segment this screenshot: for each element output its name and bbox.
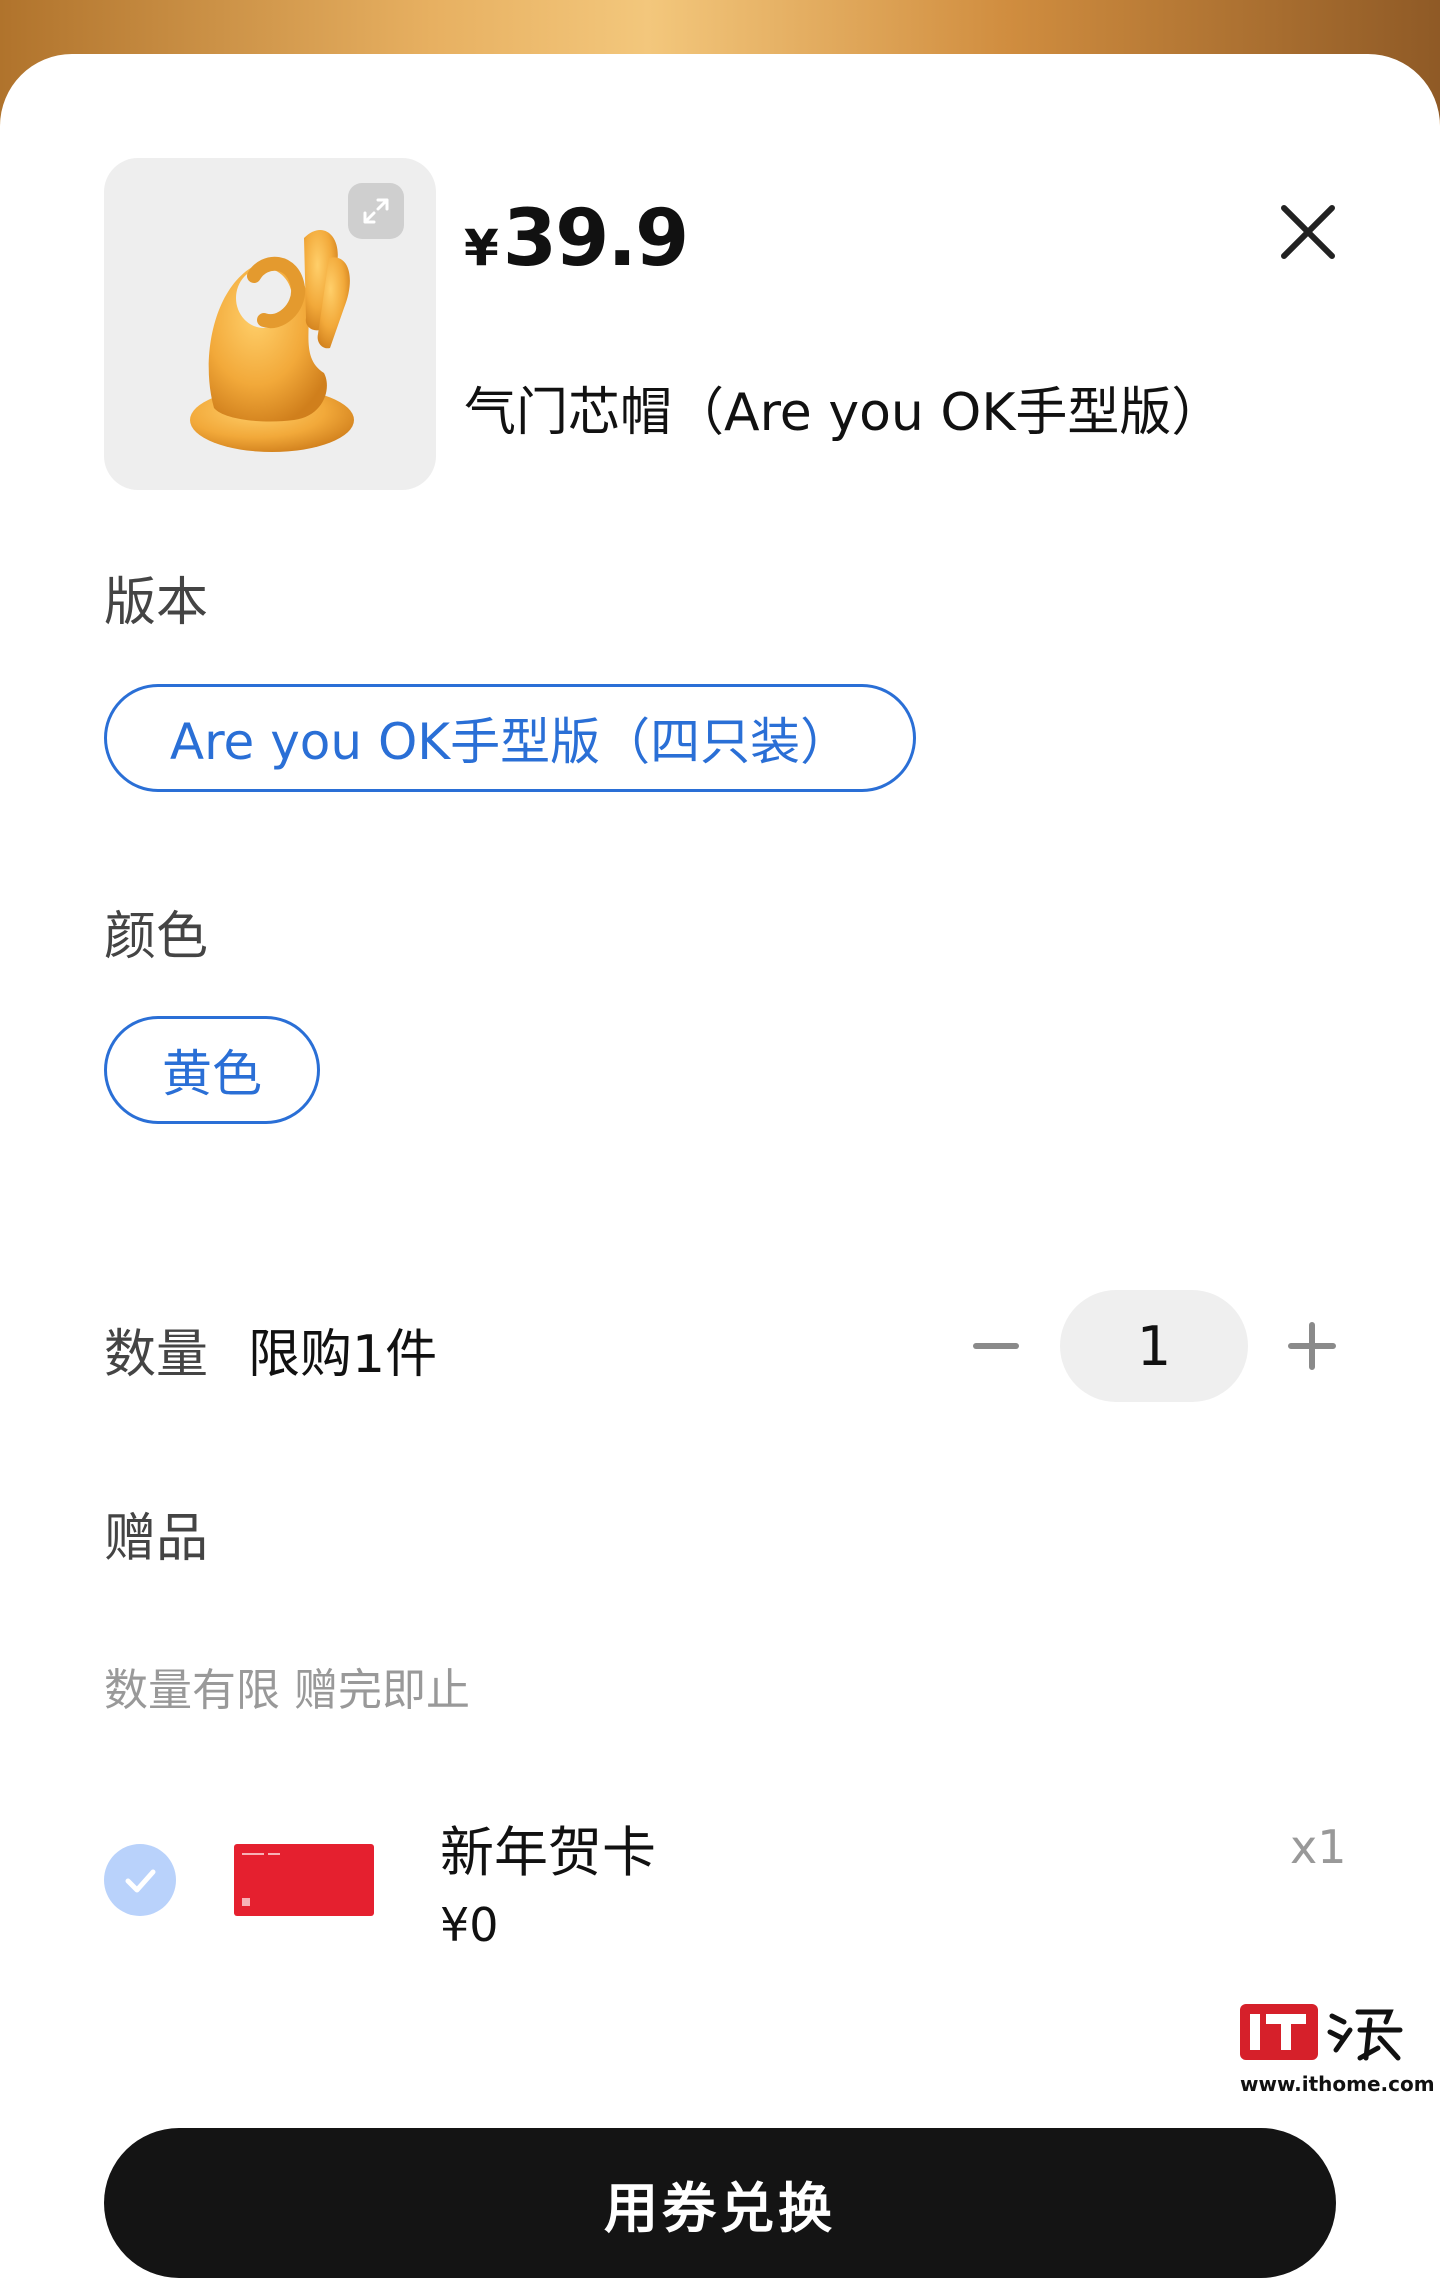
greeting-card-image [234,1844,374,1916]
color-label: 颜色 [104,907,209,967]
close-button[interactable] [1270,194,1346,270]
expand-icon [363,198,389,224]
redeem-with-coupon-button[interactable]: 用券兑换 [104,2128,1336,2278]
quantity-value[interactable]: 1 [1060,1290,1248,1402]
gift-item-price: ¥0 [440,1898,499,1952]
product-thumbnail[interactable] [104,158,436,490]
purchase-limit-text: 限购1件 [248,1325,438,1385]
purchase-sheet: ¥ 39.9 气门芯帽（Are you OK手型版） 版本 Are you OK… [0,54,1440,2293]
gift-label: 赠品 [104,1509,209,1569]
gift-hint: 数量有限 赠完即止 [104,1665,470,1716]
gift-item-name: 新年贺卡 [440,1821,656,1884]
decrease-quantity-button[interactable] [956,1306,1036,1386]
currency-symbol: ¥ [464,219,499,277]
gift-item-quantity: x1 [1290,1820,1347,1874]
product-title: 气门芯帽（Are you OK手型版） [464,383,1224,443]
watermark-url: www.ithome.com [1240,2072,1435,2096]
version-label: 版本 [104,573,209,633]
gift-checkbox[interactable] [104,1844,176,1916]
version-option-chip[interactable]: Are you OK手型版（四只装） [104,684,916,792]
color-option-chip[interactable]: 黄色 [104,1016,320,1124]
product-price: ¥ 39.9 [464,194,689,284]
checkmark-icon [125,1869,156,1893]
price-amount: 39.9 [502,194,689,284]
plus-icon [1288,1322,1336,1370]
increase-quantity-button[interactable] [1272,1306,1352,1386]
expand-image-button[interactable] [348,183,404,239]
quantity-label: 数量 [104,1325,209,1385]
minus-icon [973,1343,1019,1349]
close-icon [1281,205,1335,259]
